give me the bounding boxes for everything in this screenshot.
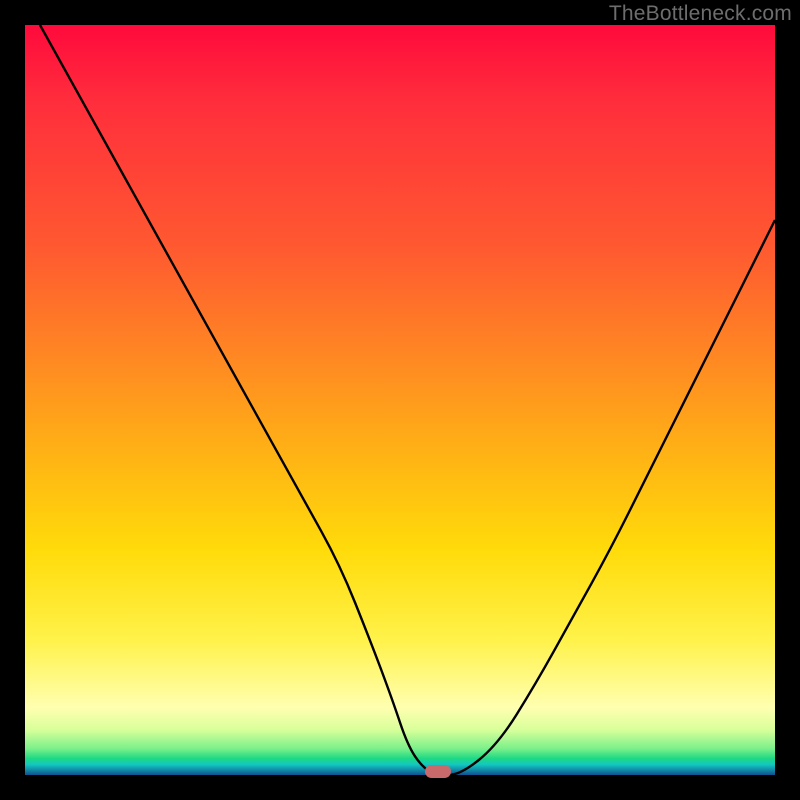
curve-path <box>40 25 775 775</box>
plot-area <box>25 25 775 775</box>
chart-frame: TheBottleneck.com <box>0 0 800 800</box>
bottleneck-curve <box>25 25 775 775</box>
watermark-text: TheBottleneck.com <box>609 2 792 26</box>
optimal-marker <box>425 765 451 778</box>
